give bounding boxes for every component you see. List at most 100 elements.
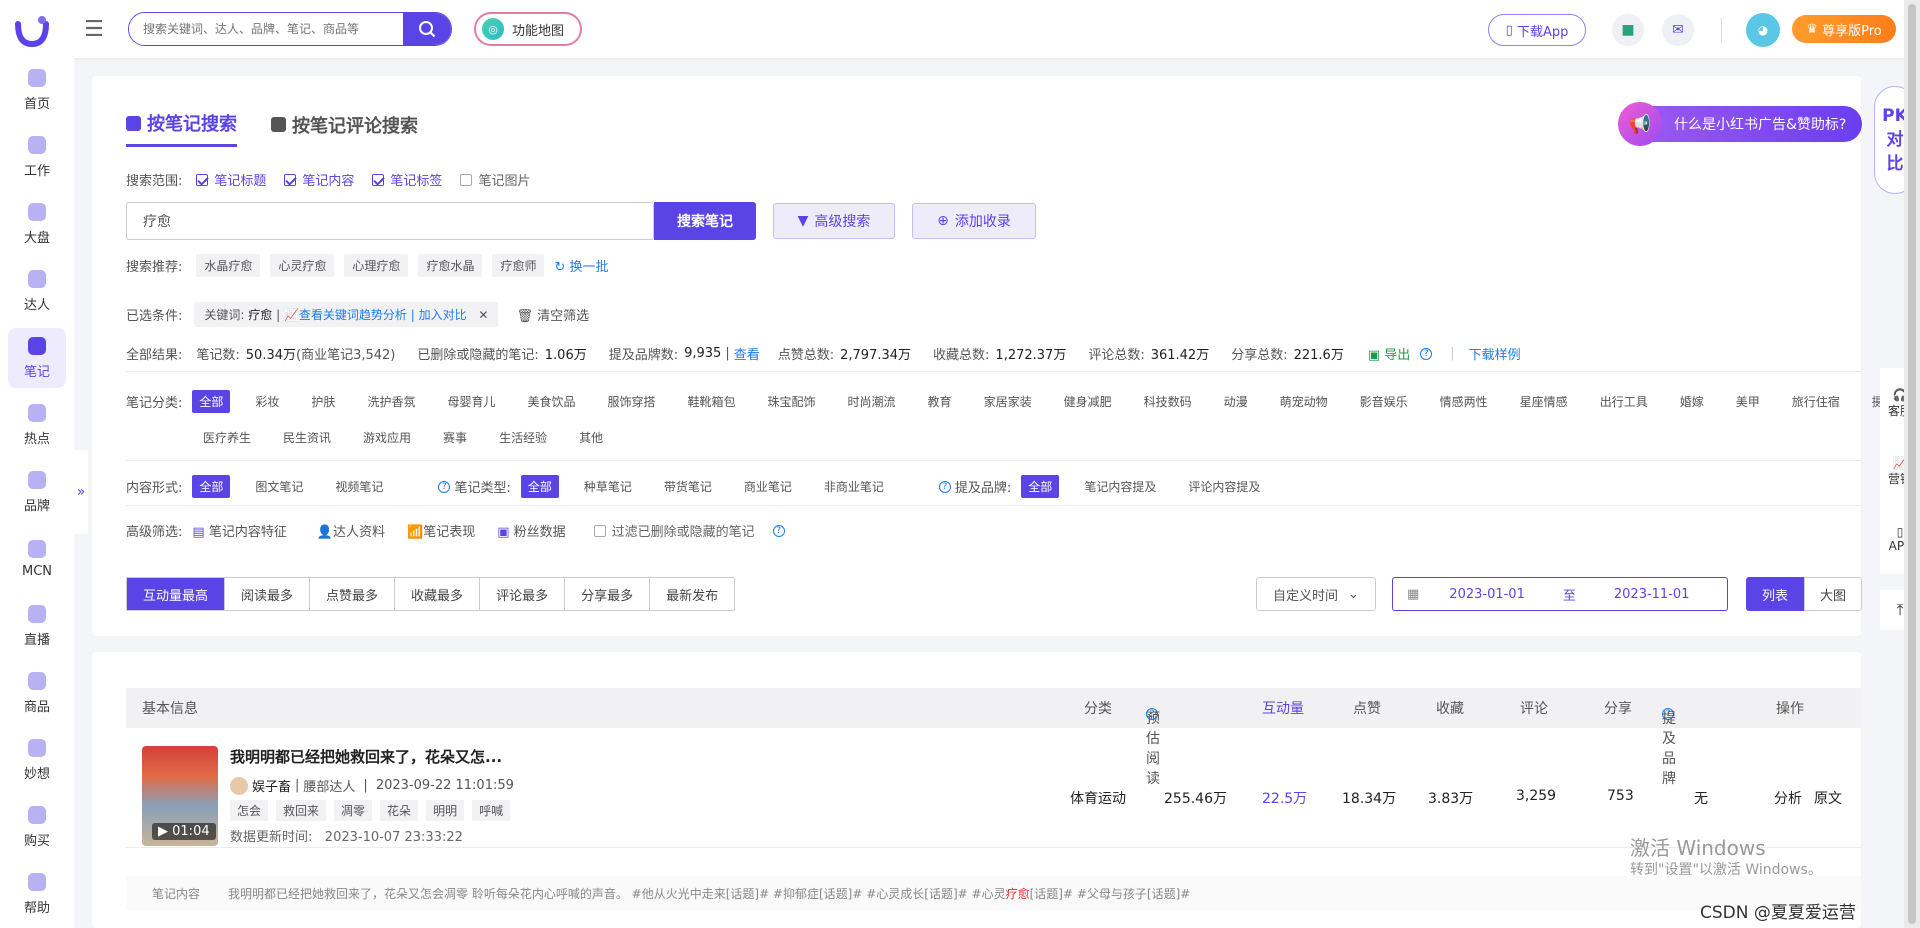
mail-icon[interactable]: ✉ — [1662, 14, 1694, 46]
add-collect-button[interactable]: ⊕ 添加收录 — [912, 203, 1036, 239]
form-option[interactable]: 图文笔记 — [248, 475, 310, 498]
form-option[interactable]: 视频笔记 — [328, 475, 390, 498]
scope-image-checkbox[interactable]: 笔记图片 — [460, 170, 530, 189]
category-option[interactable]: 医疗养生 — [196, 426, 258, 449]
avatar[interactable]: ◕ — [1746, 13, 1780, 47]
help-icon[interactable]: ? — [1420, 347, 1433, 360]
category-option[interactable]: 母婴育儿 — [440, 390, 502, 413]
note-type-option[interactable]: 商业笔记 — [737, 475, 799, 498]
note-title[interactable]: 我明明都已经把她救回来了，花朵又怎... — [230, 746, 502, 767]
scrollbar-thumb[interactable] — [1908, 4, 1916, 924]
export-button[interactable]: ▣ 导出 — [1368, 344, 1410, 363]
brand-option[interactable]: 全部 — [1021, 475, 1060, 498]
help-icon[interactable]: ? — [438, 480, 451, 493]
scope-content-checkbox[interactable]: 笔记内容 — [284, 170, 354, 189]
time-select[interactable]: 自定义时间 ⌄ — [1256, 577, 1376, 611]
scope-tag-checkbox[interactable]: 笔记标签 — [372, 170, 442, 189]
origin-link[interactable]: 原文 — [1814, 788, 1842, 808]
sort-option[interactable]: 最新发布 — [650, 578, 734, 610]
recommend-tag[interactable]: 心理疗愈 — [344, 254, 409, 277]
recommend-tag[interactable]: 心灵疗愈 — [270, 254, 335, 277]
category-option[interactable]: 赛事 — [436, 426, 474, 449]
sidebar-item[interactable]: 达人 — [8, 261, 66, 321]
recommend-tag[interactable]: 疗愈水晶 — [418, 254, 483, 277]
search-notes-button[interactable]: 搜索笔记 — [654, 202, 756, 240]
sidebar-item[interactable]: 热点 — [8, 395, 66, 455]
download-app-button[interactable]: ▯ 下载App — [1488, 14, 1586, 46]
note-type-option[interactable]: 非商业笔记 — [817, 475, 891, 498]
briefcase-icon[interactable]: ■ — [1612, 14, 1644, 46]
note-thumbnail[interactable]: ▶ 01:04 — [142, 746, 218, 846]
analyze-link[interactable]: 分析 — [1774, 788, 1802, 808]
sidebar-item[interactable]: 笔记 — [8, 328, 66, 388]
sort-option[interactable]: 互动量最高 — [127, 578, 226, 610]
sort-option[interactable]: 点赞最多 — [310, 578, 396, 610]
pro-badge[interactable]: ♛ 尊享版Pro — [1792, 15, 1896, 43]
scope-title-checkbox[interactable]: 笔记标题 — [196, 170, 266, 189]
category-option[interactable]: 全部 — [192, 390, 231, 413]
sidebar-item[interactable]: 首页 — [8, 60, 66, 120]
sidebar-item[interactable]: MCN — [8, 529, 66, 589]
recommend-tag[interactable]: 疗愈师 — [492, 254, 545, 277]
view-list-button[interactable]: 列表 — [1746, 577, 1804, 611]
category-option[interactable]: 萌宠动物 — [1273, 390, 1335, 413]
header-comment[interactable]: 评论 — [1520, 698, 1548, 718]
category-option[interactable]: 游戏应用 — [356, 426, 418, 449]
category-option[interactable]: 教育 — [921, 390, 959, 413]
view-gallery-button[interactable]: 大图 — [1804, 577, 1862, 611]
category-option[interactable]: 健身减肥 — [1057, 390, 1119, 413]
category-option[interactable]: 生活经验 — [492, 426, 554, 449]
sidebar-item[interactable]: 直播 — [8, 596, 66, 656]
category-option[interactable]: 美甲 — [1729, 390, 1767, 413]
category-option[interactable]: 科技数码 — [1137, 390, 1199, 413]
adv-fans-data[interactable]: ▣ 粉丝数据 — [497, 521, 565, 540]
help-icon[interactable]: ? — [938, 480, 951, 493]
sort-option[interactable]: 分享最多 — [565, 578, 651, 610]
form-option[interactable]: 全部 — [192, 475, 231, 498]
category-option[interactable]: 旅行住宿 — [1785, 390, 1847, 413]
category-option[interactable]: 美食饮品 — [520, 390, 582, 413]
view-brands-link[interactable]: 查看 — [734, 344, 760, 363]
global-search-input[interactable] — [129, 13, 403, 45]
category-option[interactable]: 时尚潮流 — [841, 390, 903, 413]
sort-option[interactable]: 收藏最多 — [395, 578, 481, 610]
note-type-option[interactable]: 全部 — [520, 475, 559, 498]
download-sample-link[interactable]: 下载样例 — [1469, 344, 1521, 363]
close-icon[interactable]: ✕ — [478, 308, 488, 322]
sidebar-item[interactable]: 妙想 — [8, 730, 66, 790]
sidebar-item[interactable]: 大盘 — [8, 194, 66, 254]
menu-toggle-icon[interactable]: ☰ — [84, 17, 104, 42]
ad-info-banner[interactable]: 📢 什么是小红书广告&赞助标? — [1618, 102, 1862, 146]
sidebar-item[interactable]: 品牌 — [8, 462, 66, 522]
header-share[interactable]: 分享 — [1604, 698, 1632, 718]
category-option[interactable]: 家居家装 — [977, 390, 1039, 413]
category-option[interactable]: 情感两性 — [1433, 390, 1495, 413]
header-interaction[interactable]: 互动量 — [1262, 698, 1304, 718]
category-option[interactable]: 彩妆 — [248, 390, 286, 413]
clear-filter-button[interactable]: 🗑 清空筛选 — [516, 305, 589, 324]
advanced-search-button[interactable]: ▼ 高级搜索 — [773, 203, 895, 239]
sidebar-item[interactable]: 帮助 — [8, 864, 66, 924]
category-option[interactable]: 鞋靴箱包 — [681, 390, 743, 413]
search-icon[interactable] — [403, 13, 451, 45]
category-option[interactable]: 出行工具 — [1593, 390, 1655, 413]
function-map-button[interactable]: ◎ 功能地图 — [474, 12, 582, 46]
filter-deleted-checkbox[interactable]: 过滤已删除或隐藏的笔记 — [593, 521, 755, 540]
category-option[interactable]: 民生资讯 — [276, 426, 338, 449]
category-option[interactable]: 动漫 — [1217, 390, 1255, 413]
sort-option[interactable]: 评论最多 — [480, 578, 566, 610]
app-logo[interactable] — [14, 12, 50, 48]
sidebar-item[interactable]: 工作 — [8, 127, 66, 187]
tab-note-search[interactable]: 按笔记搜索 — [126, 110, 237, 147]
sidebar-item[interactable]: 商品 — [8, 663, 66, 723]
adv-kol-profile[interactable]: 👤达人资料 — [317, 521, 385, 540]
category-option[interactable]: 服饰穿搭 — [600, 390, 662, 413]
brand-option[interactable]: 笔记内容提及 — [1077, 475, 1163, 498]
help-icon[interactable]: ? — [772, 524, 785, 537]
sidebar-item[interactable]: 购买 — [8, 797, 66, 857]
category-option[interactable]: 其他 — [572, 426, 610, 449]
category-option[interactable]: 影音娱乐 — [1353, 390, 1415, 413]
adv-note-feature[interactable]: ▤ 笔记内容特征 — [192, 521, 286, 540]
trend-link[interactable]: 📈查看关键词趋势分析 | 加入对比 — [284, 308, 467, 322]
header-collect[interactable]: 收藏 — [1436, 698, 1464, 718]
